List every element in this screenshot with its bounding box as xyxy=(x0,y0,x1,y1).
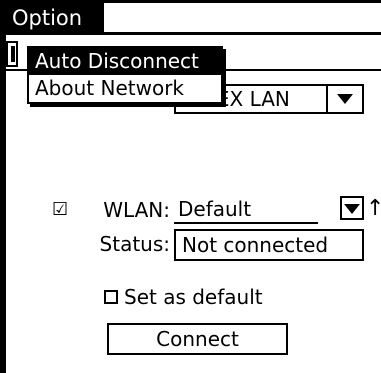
wlan-checkbox[interactable]: ☑ xyxy=(52,197,68,223)
menu-item-about-network[interactable]: About Network xyxy=(29,75,221,102)
wlan-label: WLAN: xyxy=(103,198,170,222)
menu-option[interactable]: Option xyxy=(12,4,102,32)
menu-bar-empty-area xyxy=(104,3,381,32)
wlan-value: Default xyxy=(174,196,318,224)
set-default-label: Set as default xyxy=(124,285,263,309)
title-bar-stub xyxy=(6,41,18,67)
connect-button[interactable]: Connect xyxy=(107,323,288,355)
up-arrow-icon[interactable]: ↑ xyxy=(366,196,381,222)
chevron-down-icon xyxy=(344,204,360,214)
menu-item-auto-disconnect[interactable]: Auto Disconnect xyxy=(29,48,221,75)
option-menu-dropdown: Auto Disconnect About Network xyxy=(27,46,223,104)
status-label: Status: xyxy=(99,232,170,256)
set-default-checkbox[interactable] xyxy=(104,290,118,304)
wlan-select[interactable]: Default ↑ xyxy=(174,196,381,226)
status-field: Not connected xyxy=(174,229,364,261)
wlan-dropdown-button[interactable] xyxy=(340,196,364,220)
profile-dropdown-button[interactable] xyxy=(326,86,362,112)
chevron-down-icon xyxy=(337,94,353,104)
